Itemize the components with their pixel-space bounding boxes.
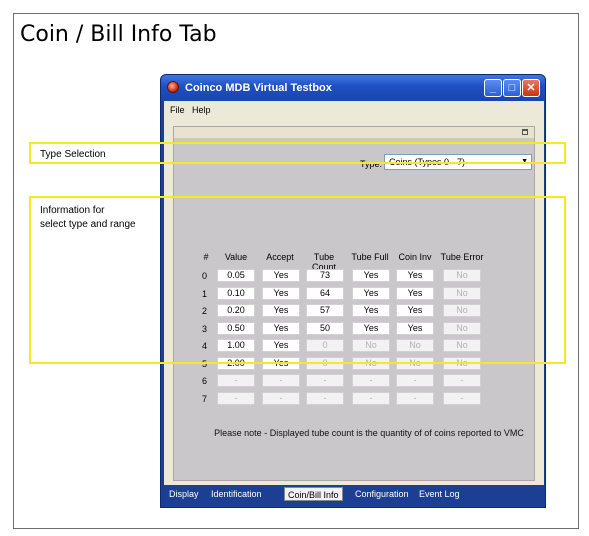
restore-icon[interactable] [522, 129, 528, 135]
table-cell: - [443, 374, 481, 387]
tube-count-note: Please note - Displayed tube count is th… [214, 428, 524, 438]
table-cell: - [217, 374, 255, 387]
slide-title: Coin / Bill Info Tab [20, 22, 217, 47]
title-bar[interactable]: Coinco MDB Virtual Testbox _ □ ✕ [161, 75, 545, 101]
table-cell: - [217, 391, 255, 405]
tab-event-log[interactable]: Event Log [416, 487, 463, 501]
menu-help[interactable]: Help [192, 105, 211, 115]
table-cell: - [352, 391, 390, 405]
tab-configuration[interactable]: Configuration [352, 487, 412, 501]
tab-identification[interactable]: Identification [208, 487, 265, 501]
table-cell: - [306, 391, 344, 405]
info-annotation-line2: select type and range [40, 219, 136, 230]
type-selection-highlight [29, 142, 566, 164]
table-cell: - [443, 391, 481, 405]
minimize-button[interactable]: _ [484, 79, 502, 97]
tab-bar: Display Identification Coin/Bill Info Co… [164, 485, 544, 503]
panel-header-strip [174, 127, 534, 139]
type-selection-annotation: Type Selection [40, 149, 106, 160]
row-index: 6 [202, 376, 208, 386]
tab-display[interactable]: Display [166, 487, 202, 501]
app-logo-icon [167, 81, 179, 93]
table-cell: - [396, 391, 434, 405]
table-cell: - [306, 374, 344, 387]
menu-bar: File Help [164, 101, 544, 119]
info-annotation-line1: Information for [40, 205, 105, 216]
close-button[interactable]: ✕ [522, 79, 540, 97]
table-cell: - [262, 374, 300, 387]
table-cell: - [396, 374, 434, 387]
tab-coin-bill-info[interactable]: Coin/Bill Info [284, 487, 343, 501]
maximize-button[interactable]: □ [503, 79, 521, 97]
table-cell: - [352, 374, 390, 387]
table-cell: - [262, 391, 300, 405]
row-index: 7 [202, 393, 208, 404]
window-title: Coinco MDB Virtual Testbox [185, 82, 332, 94]
menu-file[interactable]: File [170, 105, 185, 115]
